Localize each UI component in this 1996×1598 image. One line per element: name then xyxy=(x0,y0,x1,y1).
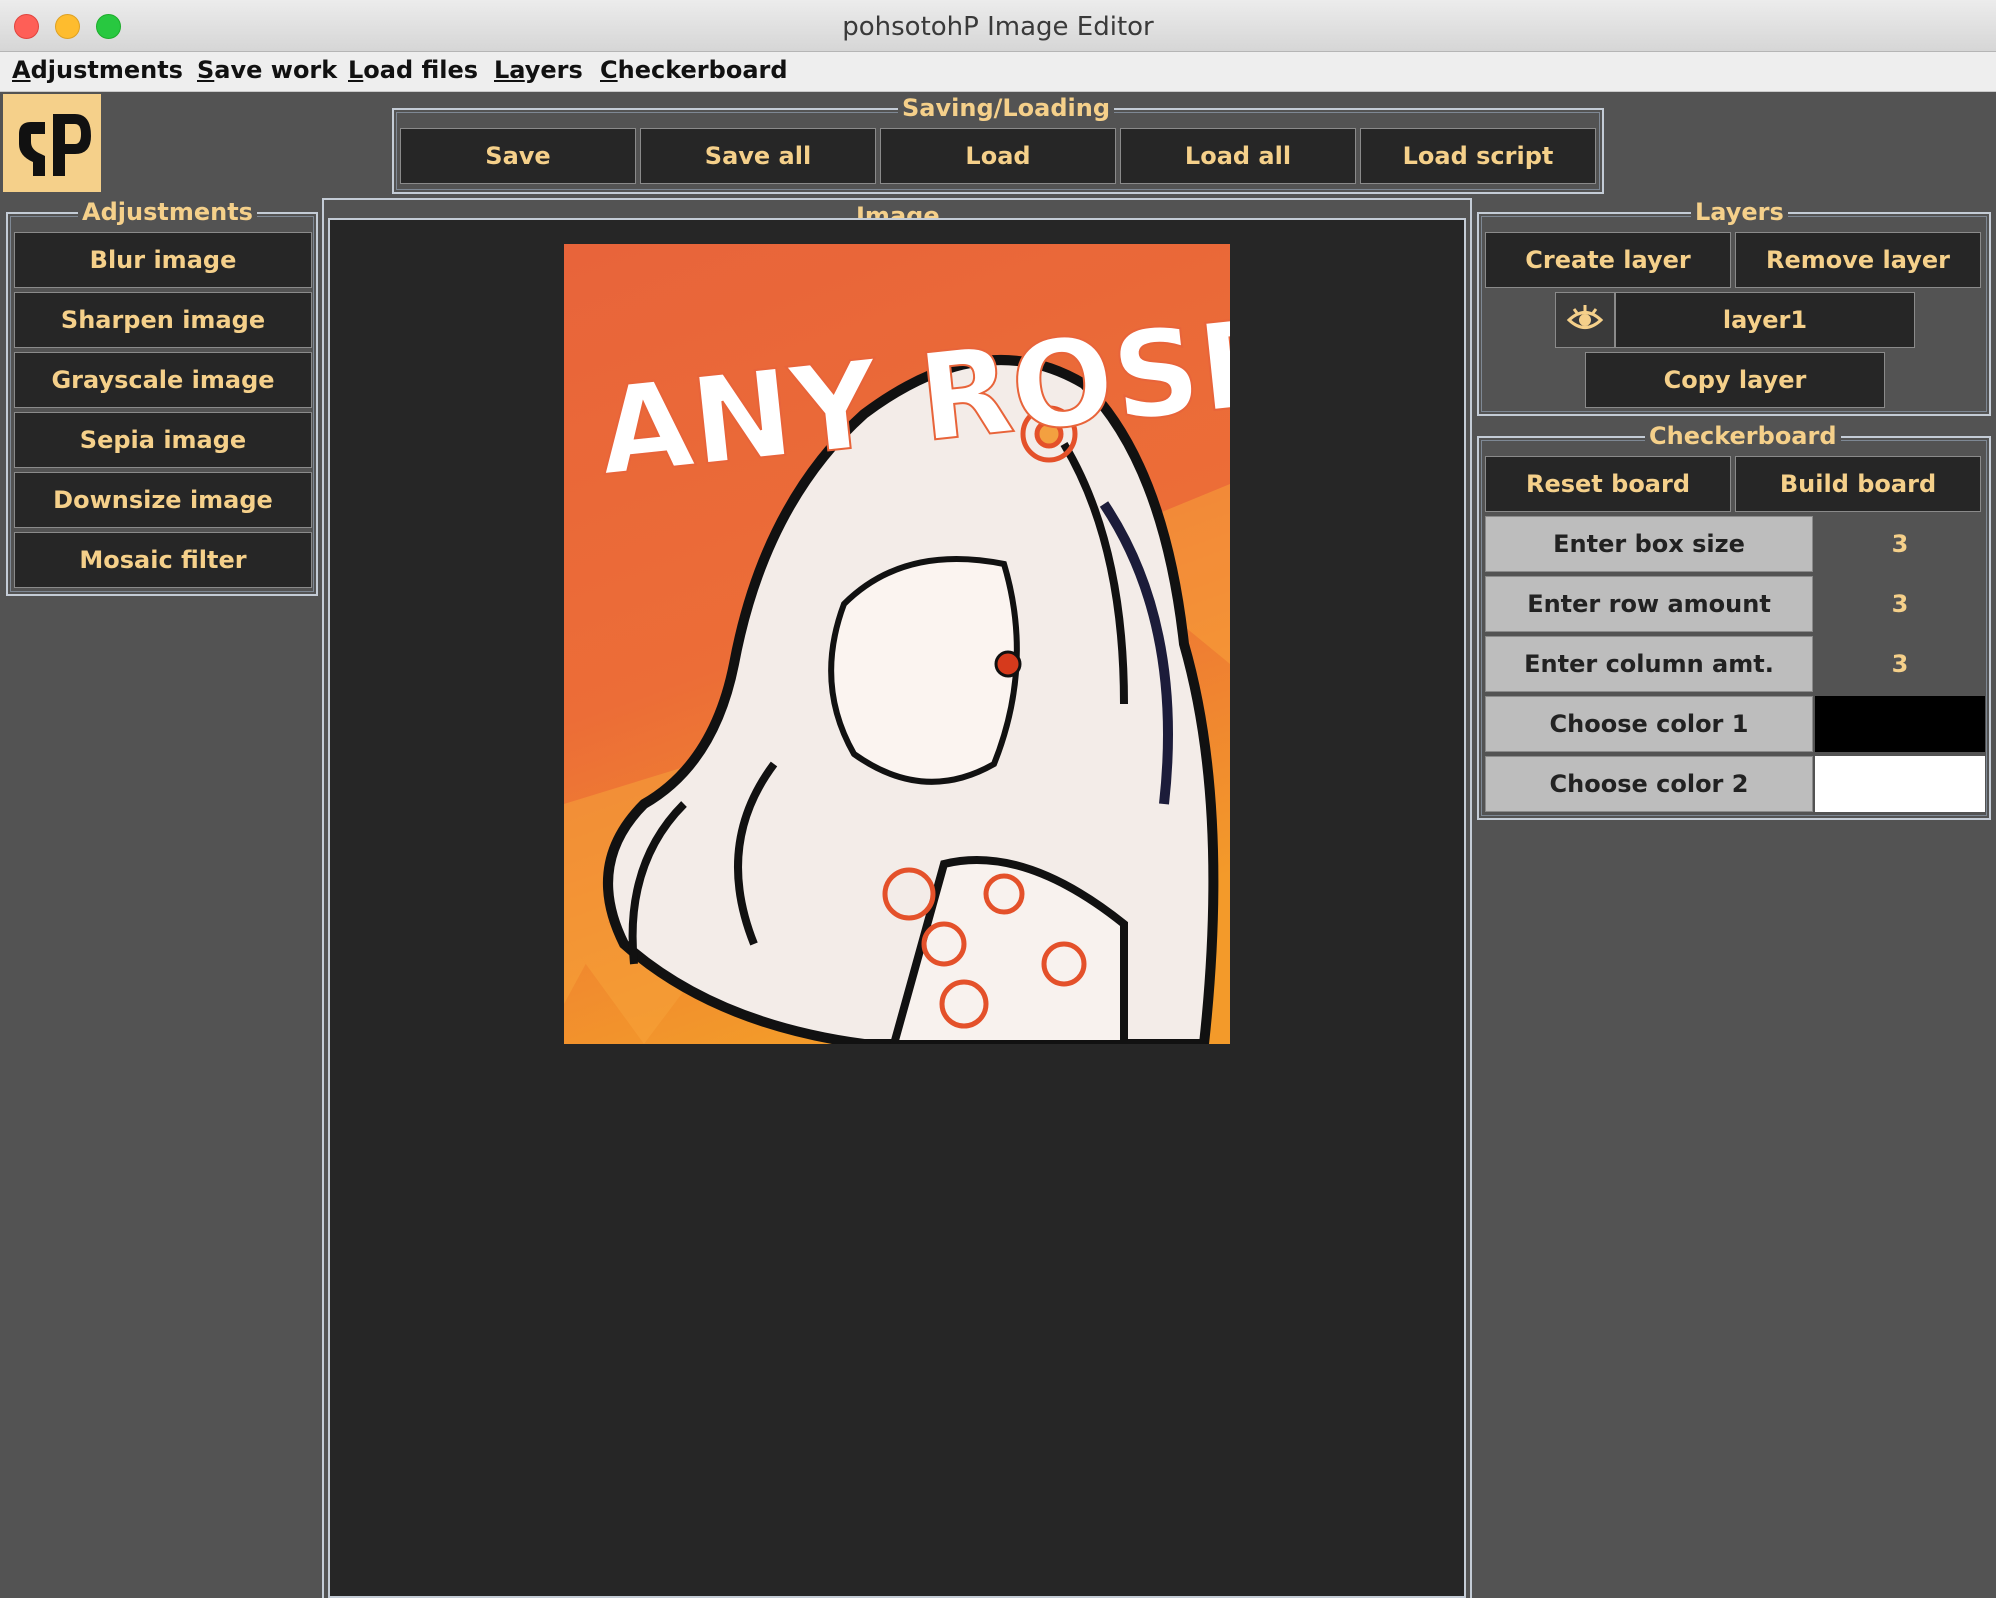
enter-row-amount-button[interactable]: Enter row amount xyxy=(1485,576,1813,632)
enter-column-amount-button[interactable]: Enter column amt. xyxy=(1485,636,1813,692)
window-title: pohsotohP Image Editor xyxy=(842,12,1154,42)
copy-layer-button[interactable]: Copy layer xyxy=(1585,352,1885,408)
menu-checkerboard[interactable]: Checkerboard xyxy=(600,56,788,84)
color-2-swatch xyxy=(1815,756,1985,812)
create-layer-button[interactable]: Create layer xyxy=(1485,232,1731,288)
checkerboard-panel: Checkerboard Reset board Build board Ent… xyxy=(1477,422,1991,820)
layers-panel: Layers Create layer Remove layer layer1 … xyxy=(1477,198,1991,416)
save-all-button[interactable]: Save all xyxy=(640,128,876,184)
enter-box-size-button[interactable]: Enter box size xyxy=(1485,516,1813,572)
grayscale-image-button[interactable]: Grayscale image xyxy=(14,352,312,408)
column-amount-value: 3 xyxy=(1815,636,1985,692)
menu-layers[interactable]: Layers xyxy=(494,56,583,84)
remove-layer-button[interactable]: Remove layer xyxy=(1735,232,1981,288)
load-button[interactable]: Load xyxy=(880,128,1116,184)
menu-adjustments[interactable]: Adjustments xyxy=(12,56,183,84)
build-board-button[interactable]: Build board xyxy=(1735,456,1981,512)
app-logo xyxy=(3,94,101,192)
load-script-button[interactable]: Load script xyxy=(1360,128,1596,184)
load-all-button[interactable]: Load all xyxy=(1120,128,1356,184)
adjustments-panel: Adjustments Blur image Sharpen image Gra… xyxy=(6,198,318,596)
saving-loading-legend: Saving/Loading xyxy=(898,94,1115,122)
layer-visibility-toggle[interactable] xyxy=(1555,292,1615,348)
sharpen-image-button[interactable]: Sharpen image xyxy=(14,292,312,348)
downsize-image-button[interactable]: Downsize image xyxy=(14,472,312,528)
save-button[interactable]: Save xyxy=(400,128,636,184)
checkerboard-legend: Checkerboard xyxy=(1645,422,1841,450)
saving-loading-panel: Saving/Loading Save Save all Load Load a… xyxy=(392,94,1604,194)
loaded-image: ANY ROSE HAS THORNS xyxy=(564,244,1230,1044)
choose-color-1-button[interactable]: Choose color 1 xyxy=(1485,696,1813,752)
layer-item-layer1[interactable]: layer1 xyxy=(1615,292,1915,348)
menu-bar: Adjustments Save work Load files Layers … xyxy=(0,52,1996,92)
blur-image-button[interactable]: Blur image xyxy=(14,232,312,288)
mosaic-filter-button[interactable]: Mosaic filter xyxy=(14,532,312,588)
choose-color-2-button[interactable]: Choose color 2 xyxy=(1485,756,1813,812)
reset-board-button[interactable]: Reset board xyxy=(1485,456,1731,512)
menu-load-files[interactable]: Load files xyxy=(348,56,478,84)
adjustments-legend: Adjustments xyxy=(78,198,257,226)
layers-legend: Layers xyxy=(1691,198,1788,226)
title-bar: pohsotohP Image Editor xyxy=(0,0,1996,52)
sepia-image-button[interactable]: Sepia image xyxy=(14,412,312,468)
row-amount-value: 3 xyxy=(1815,576,1985,632)
box-size-value: 3 xyxy=(1815,516,1985,572)
eye-icon xyxy=(1566,305,1604,329)
logo-icon xyxy=(19,114,91,176)
color-1-swatch xyxy=(1815,696,1985,752)
menu-save-work[interactable]: Save work xyxy=(197,56,337,84)
